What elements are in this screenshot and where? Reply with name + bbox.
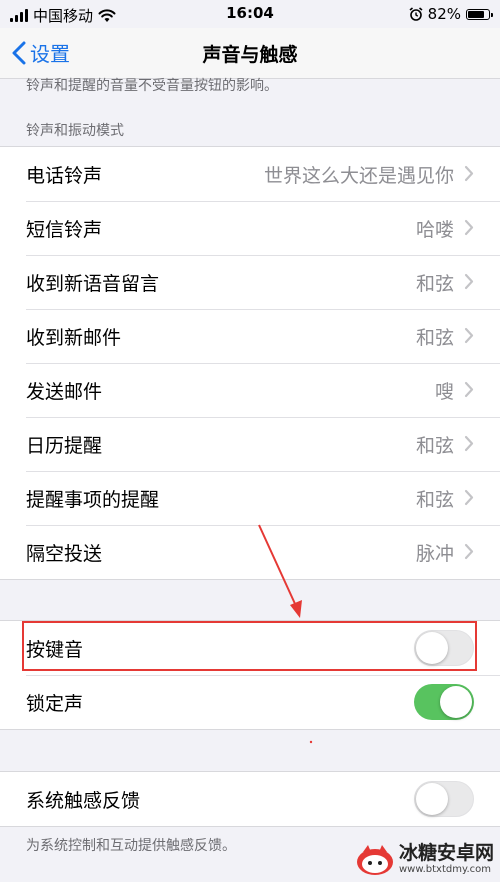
keyboard-clicks-label: 按键音 bbox=[26, 638, 84, 661]
chevron-right-icon bbox=[464, 219, 474, 236]
watermark-text: 冰糖安卓网 www.btxtdmy.com bbox=[398, 841, 494, 875]
ringtone-row[interactable]: 隔空投送 脉冲 bbox=[0, 525, 500, 579]
ringtone-row[interactable]: 发送邮件 嗖 bbox=[0, 363, 500, 417]
lock-sound-label: 锁定声 bbox=[26, 692, 84, 715]
system-haptics-label: 系统触感反馈 bbox=[26, 789, 141, 812]
site-watermark: 冰糖安卓网 www.btxtdmy.com bbox=[355, 842, 494, 876]
ringtone-row[interactable]: 短信铃声 哈喽 bbox=[0, 201, 500, 255]
alarm-icon bbox=[409, 7, 423, 21]
haptics-list: 系统触感反馈 bbox=[0, 771, 500, 827]
ringtone-row-value: 哈喽 bbox=[415, 218, 454, 241]
haptics-footer: 为系统控制和互动提供触感反馈。 bbox=[26, 838, 236, 854]
ringtone-row-value: 和弦 bbox=[415, 326, 454, 349]
volume-note: 铃声和提醒的音量不受音量按钮的影响。 bbox=[26, 78, 278, 94]
ringtone-row-value: 和弦 bbox=[415, 434, 454, 457]
watermark-logo bbox=[355, 842, 395, 876]
chevron-right-icon bbox=[464, 489, 474, 506]
ringtone-row-label: 电话铃声 bbox=[26, 164, 103, 187]
status-right: 82% bbox=[409, 5, 493, 23]
lock-sound-row: 锁定声 bbox=[0, 675, 500, 729]
ringtone-row-label: 隔空投送 bbox=[26, 542, 103, 565]
ringtone-row-label: 收到新语音留言 bbox=[26, 272, 160, 295]
navigation-bar: 设置 声音与触感 bbox=[0, 28, 500, 79]
chevron-right-icon bbox=[464, 543, 474, 560]
ringtone-row[interactable]: 日历提醒 和弦 bbox=[0, 417, 500, 471]
ringtone-row-value: 脉冲 bbox=[415, 542, 454, 565]
ringtone-row-label: 提醒事项的提醒 bbox=[26, 488, 160, 511]
ringtone-row-label: 发送邮件 bbox=[26, 380, 103, 403]
chevron-right-icon bbox=[464, 273, 474, 290]
system-haptics-row: 系统触感反馈 bbox=[0, 772, 500, 826]
page-title: 声音与触感 bbox=[202, 44, 298, 66]
system-haptics-toggle[interactable] bbox=[414, 781, 474, 817]
watermark-url: www.btxtdmy.com bbox=[398, 863, 492, 875]
battery-percent: 82% bbox=[427, 5, 461, 23]
chevron-right-icon bbox=[464, 327, 474, 344]
chevron-right-icon bbox=[464, 165, 474, 182]
watermark-name: 冰糖安卓网 bbox=[398, 841, 494, 864]
keyboard-clicks-row: 按键音 bbox=[0, 621, 500, 675]
ringtone-row-value: 和弦 bbox=[415, 488, 454, 511]
ringtone-row-label: 日历提醒 bbox=[26, 434, 103, 457]
ringtone-row-label: 收到新邮件 bbox=[26, 326, 122, 349]
section-header-ringtones: 铃声和振动模式 bbox=[26, 123, 124, 139]
ringtone-row-value: 嗖 bbox=[434, 380, 454, 403]
status-bar: 中国移动 16:04 82% bbox=[0, 0, 500, 28]
lock-sound-toggle[interactable] bbox=[414, 684, 474, 720]
chevron-right-icon bbox=[464, 435, 474, 452]
chevron-right-icon bbox=[464, 381, 474, 398]
ringtone-row[interactable]: 电话铃声 世界这么大还是遇见你 bbox=[0, 147, 500, 201]
ringtone-row-label: 短信铃声 bbox=[26, 218, 103, 241]
ringtone-row-value: 和弦 bbox=[415, 272, 454, 295]
battery-icon bbox=[466, 8, 493, 20]
ringtone-row-value: 世界这么大还是遇见你 bbox=[263, 164, 454, 187]
ringtone-row[interactable]: 收到新语音留言 和弦 bbox=[0, 255, 500, 309]
ringtone-row[interactable]: 收到新邮件 和弦 bbox=[0, 309, 500, 363]
ringtone-row[interactable]: 提醒事项的提醒 和弦 bbox=[0, 471, 500, 525]
keyboard-clicks-toggle[interactable] bbox=[414, 630, 474, 666]
sound-toggles-list: 按键音 锁定声 bbox=[0, 620, 500, 730]
ringtone-list: 电话铃声 世界这么大还是遇见你 短信铃声 哈喽 收到新语音留言 和弦 收到新邮件 和弦 发送邮件… bbox=[0, 146, 500, 580]
